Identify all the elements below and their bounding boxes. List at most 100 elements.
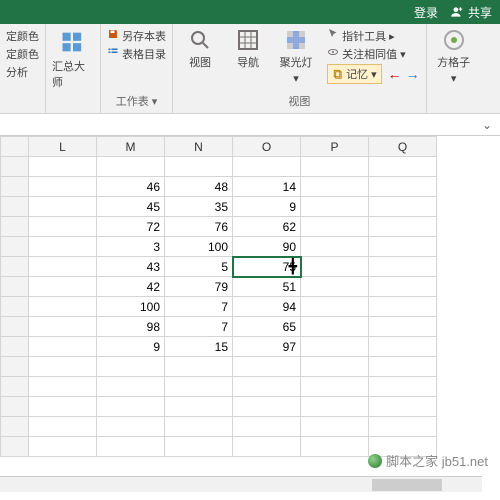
row-header[interactable] [1,417,29,437]
cell[interactable] [369,297,437,317]
row-header[interactable] [1,217,29,237]
cell[interactable]: 51 [233,277,301,297]
cell[interactable] [369,237,437,257]
table-contents-button[interactable]: 表格目录 [107,46,166,62]
cell[interactable] [369,317,437,337]
cell[interactable] [29,357,97,377]
cell[interactable]: 43 [97,257,165,277]
cell[interactable]: 79 [165,277,233,297]
cell[interactable] [233,157,301,177]
cell[interactable]: 98 [97,317,165,337]
login-link[interactable]: 登录 [414,4,438,21]
memory-button[interactable]: 记忆 ▾ [327,64,382,84]
cell[interactable] [29,397,97,417]
row-header[interactable] [1,257,29,277]
expand-formula-icon[interactable]: ⌄ [478,118,496,132]
summary-master-button[interactable]: 汇总大师 [52,28,94,90]
cell[interactable] [301,177,369,197]
cell[interactable] [301,317,369,337]
select-all[interactable] [1,137,29,157]
cell[interactable] [97,377,165,397]
cell[interactable] [301,157,369,177]
row-header[interactable] [1,377,29,397]
cell[interactable] [301,357,369,377]
cell[interactable]: 76 [165,217,233,237]
cell[interactable]: 75╋ [233,257,301,277]
cell[interactable] [29,317,97,337]
cell[interactable] [165,377,233,397]
cell[interactable]: 9 [233,197,301,217]
row-header[interactable] [1,437,29,457]
fgz-button[interactable]: 方格子 ▾ [433,28,475,85]
cell[interactable]: 94 [233,297,301,317]
cell[interactable] [29,257,97,277]
cell[interactable] [301,437,369,457]
item-analysis[interactable]: 分析 [6,64,39,80]
cell[interactable] [301,377,369,397]
row-header[interactable] [1,337,29,357]
cell[interactable] [233,437,301,457]
cell[interactable] [301,417,369,437]
spotlight-button[interactable]: 聚光灯 ▾ [275,28,317,85]
col-M[interactable]: M [97,137,165,157]
row-header[interactable] [1,357,29,377]
cell[interactable]: 48 [165,177,233,197]
cell[interactable] [97,357,165,377]
cell[interactable] [301,217,369,237]
cell[interactable] [29,297,97,317]
row-header[interactable] [1,297,29,317]
share-button[interactable]: 共享 [450,4,492,21]
cell[interactable] [165,157,233,177]
cell[interactable] [369,357,437,377]
focus-same[interactable]: 关注相同值 ▾ [327,46,420,62]
cell[interactable] [233,417,301,437]
save-sheet-button[interactable]: 另存本表 [107,28,166,44]
cell[interactable] [29,217,97,237]
cell[interactable] [369,177,437,197]
cell[interactable] [29,157,97,177]
cell[interactable] [29,437,97,457]
cell[interactable]: 7 [165,317,233,337]
cell[interactable] [29,197,97,217]
cell[interactable] [301,197,369,217]
cell[interactable] [301,297,369,317]
cell[interactable]: 65 [233,317,301,337]
cell[interactable] [165,397,233,417]
col-L[interactable]: L [29,137,97,157]
cell[interactable] [29,177,97,197]
cell[interactable] [369,417,437,437]
col-N[interactable]: N [165,137,233,157]
row-header[interactable] [1,177,29,197]
cell[interactable] [97,157,165,177]
cell[interactable] [369,157,437,177]
cell[interactable]: 5 [165,257,233,277]
cell[interactable]: 9 [97,337,165,357]
arrow-left-icon[interactable]: ← [388,66,402,82]
cell[interactable] [97,437,165,457]
cell[interactable]: 45 [97,197,165,217]
cell[interactable] [369,197,437,217]
cell[interactable]: 90 [233,237,301,257]
cell[interactable]: 100 [165,237,233,257]
cell[interactable] [29,277,97,297]
cell[interactable] [29,417,97,437]
row-header[interactable] [1,197,29,217]
cell[interactable] [233,377,301,397]
cell[interactable] [369,277,437,297]
nav-button[interactable]: 导航 [227,28,269,70]
item-color2[interactable]: 定颜色 [6,46,39,62]
cell[interactable] [301,237,369,257]
col-P[interactable]: P [301,137,369,157]
scroll-thumb[interactable] [372,479,442,491]
cell[interactable] [97,397,165,417]
cell[interactable] [369,217,437,237]
cell[interactable] [369,337,437,357]
cell[interactable] [29,377,97,397]
cell[interactable]: 42 [97,277,165,297]
cell[interactable] [165,417,233,437]
cell[interactable]: 3 [97,237,165,257]
grid[interactable]: L M N O P Q 4648144535972766231009043575… [0,136,437,457]
cell[interactable] [233,397,301,417]
cell[interactable]: 14 [233,177,301,197]
cell[interactable]: 100 [97,297,165,317]
